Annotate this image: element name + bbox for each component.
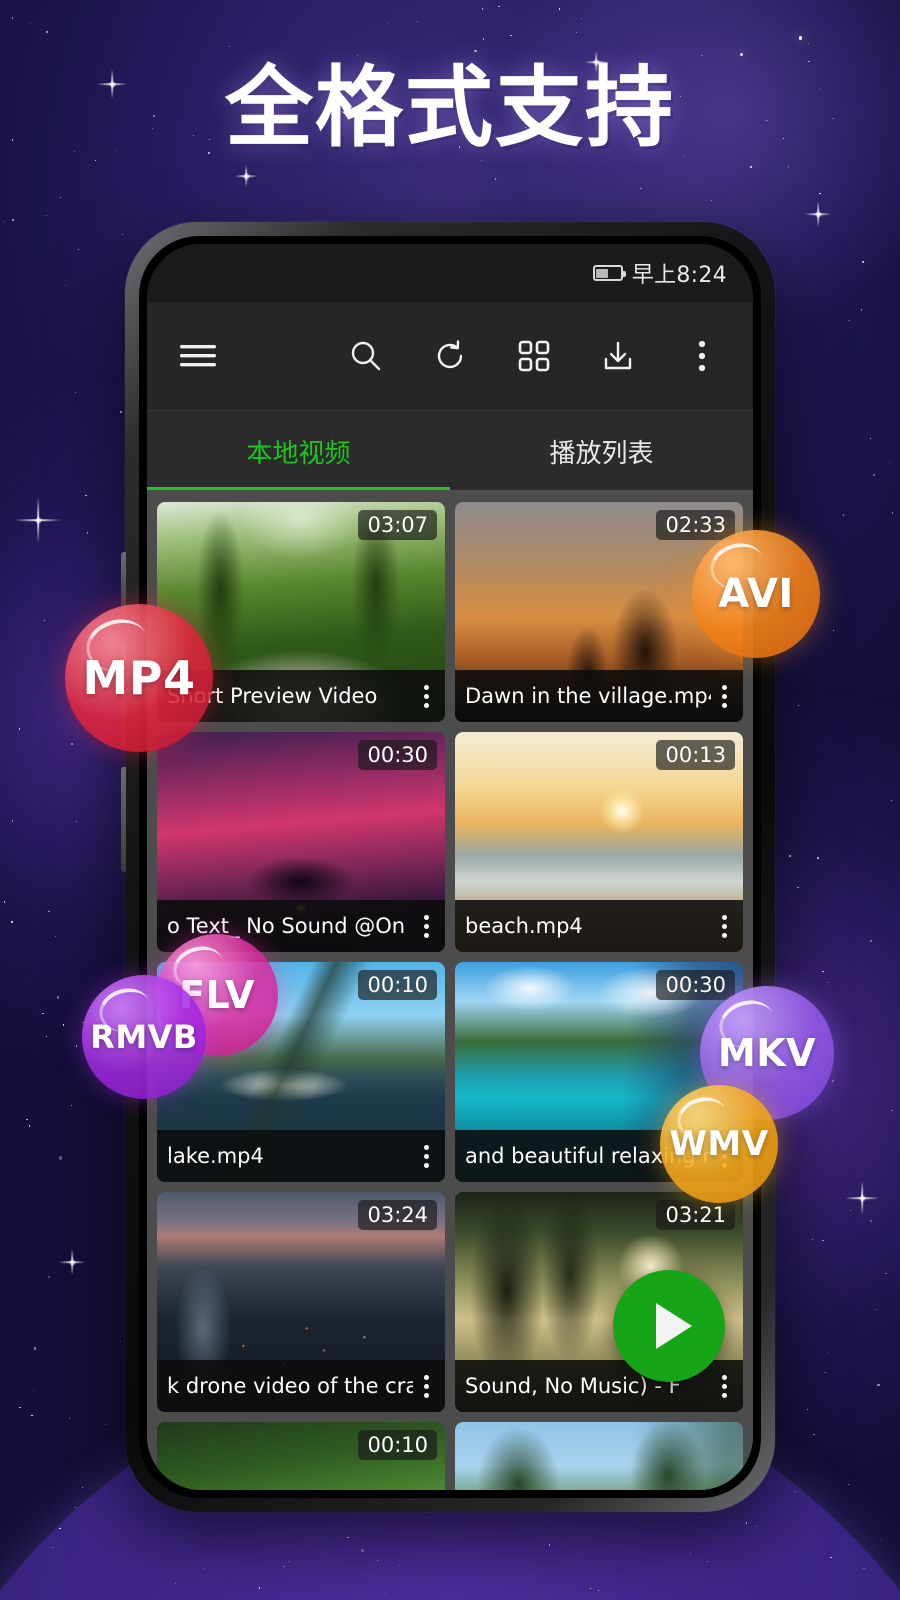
format-bubble-rmvb: RMVB (82, 975, 206, 1099)
search-icon[interactable] (337, 327, 395, 385)
phone-volume-down-button (121, 767, 126, 872)
video-more-icon[interactable] (413, 1144, 439, 1168)
battery-half-icon (592, 265, 626, 281)
video-card[interactable]: 00:10 (157, 1422, 445, 1490)
video-duration-badge: 03:07 (358, 510, 437, 540)
video-more-icon[interactable] (711, 1374, 737, 1398)
video-thumbnail (455, 1422, 743, 1490)
video-title: Dawn in the village.mp4 (465, 684, 711, 708)
promo-screenshot: 全格式支持 早上8:24 本地视频 播放列表 03:07 Short Previ… (0, 0, 900, 1600)
video-card[interactable]: 00:30 o Text_ No Sound @On (157, 732, 445, 952)
tab-bar: 本地视频 播放列表 (147, 410, 753, 492)
status-bar: 早上8:24 (147, 244, 753, 302)
tab-local-videos[interactable]: 本地视频 (147, 411, 450, 492)
format-bubble-label: WMV (669, 1124, 769, 1164)
video-title: k drone video of the cra (167, 1374, 413, 1398)
video-card-footer: lake.mp4 (157, 1130, 445, 1182)
format-bubble-mp4: MP4 (65, 604, 213, 752)
video-card[interactable]: 03:24 k drone video of the cra (157, 1192, 445, 1412)
video-duration-badge: 00:30 (358, 740, 437, 770)
phone-bezel: 早上8:24 本地视频 播放列表 03:07 Short Preview Vid… (139, 236, 761, 1498)
play-icon (656, 1303, 692, 1349)
video-more-icon[interactable] (413, 684, 439, 708)
toolbar-actions (337, 327, 731, 385)
refresh-icon[interactable] (421, 327, 479, 385)
more-vertical-icon[interactable] (673, 327, 731, 385)
format-bubble-label: MKV (717, 1031, 817, 1075)
tab-playlist-label: 播放列表 (549, 439, 654, 469)
video-card-footer: beach.mp4 (455, 900, 743, 952)
video-duration-badge: 02:33 (656, 510, 735, 540)
video-card-footer: Dawn in the village.mp4 (455, 670, 743, 722)
video-more-icon[interactable] (413, 914, 439, 938)
video-title: lake.mp4 (167, 1144, 264, 1168)
video-more-icon[interactable] (711, 914, 737, 938)
grid-view-icon[interactable] (505, 327, 563, 385)
tab-local-videos-label: 本地视频 (246, 439, 351, 469)
video-card[interactable]: 00:13 beach.mp4 (455, 732, 743, 952)
page-title: 全格式支持 (224, 56, 675, 159)
video-card[interactable] (455, 1422, 743, 1490)
video-duration-badge: 03:21 (656, 1200, 735, 1230)
app-toolbar (147, 302, 753, 410)
video-duration-badge: 00:10 (358, 970, 437, 1000)
video-duration-badge: 00:13 (656, 740, 735, 770)
format-bubble-avi: AVI (692, 530, 820, 658)
play-fab-button[interactable] (613, 1270, 725, 1382)
video-duration-badge: 00:10 (358, 1430, 437, 1460)
video-duration-badge: 03:24 (358, 1200, 437, 1230)
video-more-icon[interactable] (711, 684, 737, 708)
video-title: beach.mp4 (465, 914, 583, 938)
tab-playlist[interactable]: 播放列表 (450, 411, 753, 492)
phone-screen: 早上8:24 本地视频 播放列表 03:07 Short Preview Vid… (147, 244, 753, 1490)
download-icon[interactable] (589, 327, 647, 385)
format-bubble-label: MP4 (82, 651, 196, 705)
hamburger-menu-icon[interactable] (169, 327, 227, 385)
format-bubble-wmv: WMV (660, 1085, 778, 1203)
format-bubble-label: RMVB (90, 1018, 198, 1056)
status-bar-clock: 早上8:24 (631, 263, 727, 288)
video-card-footer: k drone video of the cra (157, 1360, 445, 1412)
video-duration-badge: 00:30 (656, 970, 735, 1000)
format-bubble-label: AVI (718, 571, 794, 617)
phone-mockup: 早上8:24 本地视频 播放列表 03:07 Short Preview Vid… (121, 222, 775, 1512)
video-more-icon[interactable] (413, 1374, 439, 1398)
